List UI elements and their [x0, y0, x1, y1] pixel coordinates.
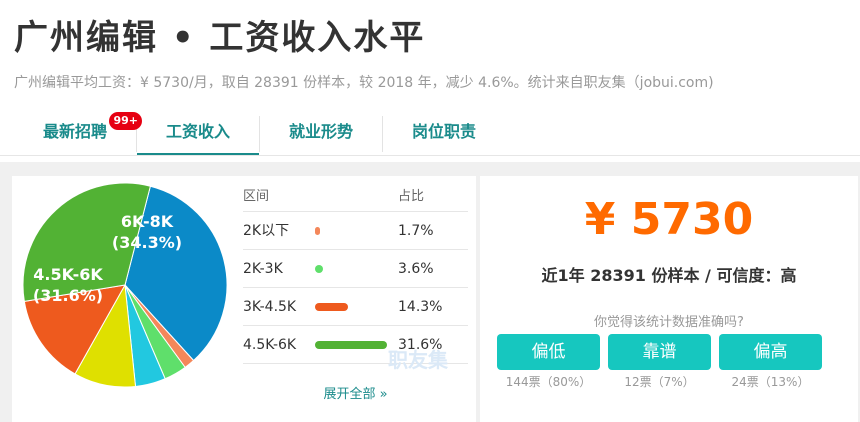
row-bar [315, 341, 387, 349]
vote-accurate-count: 12票（7%） [624, 375, 695, 389]
pie-label-6k-8k: 6K-8K [121, 212, 174, 231]
tab-label: 工资收入 [165, 122, 230, 141]
tab-label: 最新招聘 [42, 122, 107, 141]
accuracy-question: 你觉得该统计数据准确吗? [594, 315, 744, 330]
row-bar [315, 303, 348, 311]
tab-duties[interactable]: 岗位职责 [383, 112, 505, 156]
row-bar [315, 265, 324, 273]
page-title: 广州编辑 • 工资收入水平 [14, 18, 426, 58]
vote-high-count: 24票（13%） [731, 375, 810, 389]
row-percent: 1.7% [398, 223, 434, 239]
row-range: 3K-4.5K [243, 299, 297, 315]
pie-percent-6k-8k: (34.3%) [112, 233, 182, 252]
watermark: 职友集 [388, 348, 448, 372]
vote-low-button[interactable]: 偏低 [497, 334, 600, 370]
tab-latest-jobs[interactable]: 最新招聘 99+ [14, 112, 142, 156]
table-row: 3K-4.5K 14.3% [243, 288, 468, 326]
vote-accurate-button[interactable]: 靠谱 [608, 334, 711, 370]
vote-low-count: 144票（80%） [505, 375, 592, 389]
row-percent: 14.3% [398, 299, 443, 315]
vote-high-button[interactable]: 偏高 [719, 334, 822, 370]
pie-label-4-5k-6k: 4.5K-6K [33, 265, 103, 284]
distribution-table: 区间 占比 2K以下 1.7% 2K-3K 3.6% 3K-4.5K 14.3%… [243, 184, 468, 364]
row-range: 2K以下 [243, 223, 290, 239]
table-row: 2K-3K 3.6% [243, 250, 468, 288]
salary-pie-chart: 6K-8K (34.3%) 4.5K-6K (31.6%) [22, 182, 228, 388]
header-percent: 占比 [398, 189, 425, 204]
row-range: 4.5K-6K [243, 337, 297, 353]
expand-all-link[interactable]: 展开全部 » [243, 383, 468, 402]
table-row: 2K以下 1.7% [243, 212, 468, 250]
tab-label: 就业形势 [288, 122, 353, 141]
row-percent: 3.6% [398, 261, 434, 277]
row-range: 2K-3K [243, 261, 283, 277]
header-divider [0, 155, 860, 156]
table-header: 区间 占比 [243, 184, 468, 212]
average-salary: ¥ 5730 [584, 194, 754, 245]
header-range: 区间 [243, 189, 270, 204]
tab-bar: 最新招聘 99+ 工资收入 就业形势 岗位职责 [14, 112, 505, 156]
tab-employment[interactable]: 就业形势 [260, 112, 382, 156]
tab-label: 岗位职责 [411, 122, 476, 141]
page-subtitle: 广州编辑平均工资：¥ 5730/月，取自 28391 份样本，较 2018 年，… [14, 75, 714, 91]
pie-percent-4-5k-6k: (31.6%) [33, 286, 103, 305]
tab-salary[interactable]: 工资收入 [137, 112, 259, 156]
sample-info: 近1年 28391 份样本 / 可信度：高 [541, 266, 797, 285]
row-bar [315, 227, 320, 235]
